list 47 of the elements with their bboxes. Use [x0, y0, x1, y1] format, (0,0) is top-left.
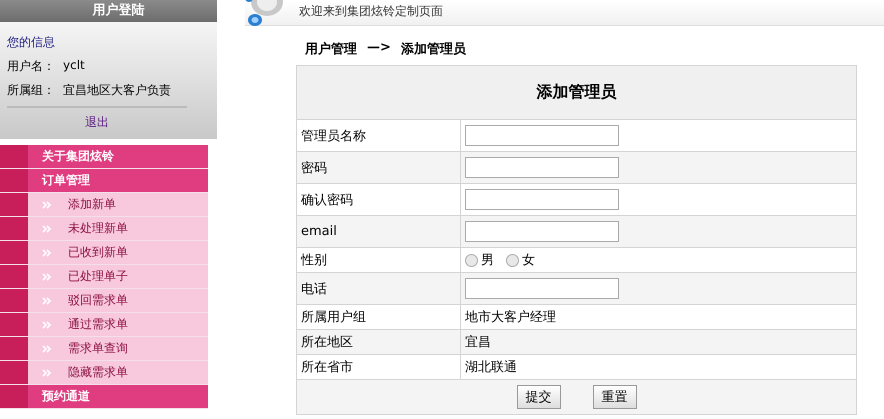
form-button[interactable]: 提交 [516, 385, 560, 409]
menu-item[interactable]: 驳回需求单 [0, 289, 208, 313]
breadcrumb-current: 添加管理员 [400, 41, 466, 58]
input-field[interactable] [465, 125, 619, 146]
menu-item[interactable]: 通过需求单 [0, 313, 208, 337]
menu-section[interactable]: 关于集团炫铃 [0, 145, 208, 169]
input-field[interactable] [465, 278, 619, 299]
radio-label: 女 [522, 252, 535, 269]
double-chevron-icon [42, 224, 52, 232]
breadcrumb-parent: 用户管理 [305, 40, 357, 58]
menu-item[interactable]: 已收到新单 [0, 241, 208, 265]
double-chevron-icon [42, 320, 52, 328]
logout-link[interactable]: 退出 [7, 114, 187, 131]
double-chevron-icon [42, 272, 52, 280]
welcome-text: 欢迎来到集团炫铃定制页面 [299, 3, 443, 20]
input-field[interactable] [465, 157, 619, 178]
form-button[interactable]: 重置 [592, 385, 636, 409]
menu-section[interactable]: 预约通道 [0, 385, 208, 409]
field-label: 用户名： [7, 58, 55, 75]
menu-section[interactable]: 订单管理 [0, 169, 208, 193]
menu-item[interactable]: 添加新单 [0, 193, 208, 217]
field-label: 电话 [296, 272, 460, 304]
field-label: email [296, 216, 460, 248]
menu-item[interactable]: 需求单查询 [0, 337, 208, 361]
double-chevron-icon [42, 296, 52, 304]
double-chevron-icon [42, 200, 52, 208]
radio-label: 男 [481, 252, 494, 269]
menu-item[interactable]: 隐藏需求单 [0, 361, 208, 385]
radio-button[interactable] [506, 254, 519, 266]
field-label: 所在地区 [296, 330, 460, 354]
field-label: 密码 [296, 152, 460, 184]
info-title: 您的信息 [7, 34, 56, 51]
breadcrumb-arrow: —> [367, 40, 391, 57]
radio-button[interactable] [465, 254, 478, 266]
menu-item[interactable]: 未处理新单 [0, 217, 208, 241]
double-chevron-icon [42, 344, 52, 352]
input-field[interactable] [465, 189, 619, 210]
field-value: 宜昌 [460, 330, 856, 354]
form-title: 添加管理员 [296, 66, 856, 120]
field-value: 宜昌地区大客户负责 [63, 82, 171, 99]
field-label: 所属组： [7, 82, 55, 99]
double-chevron-icon [42, 368, 52, 376]
panel-header: 用户登陆 [0, 0, 217, 22]
field-value: yclt [63, 58, 85, 74]
double-chevron-icon [42, 248, 52, 256]
menu-item[interactable]: 已处理单子 [0, 265, 208, 289]
input-field[interactable] [465, 221, 619, 242]
